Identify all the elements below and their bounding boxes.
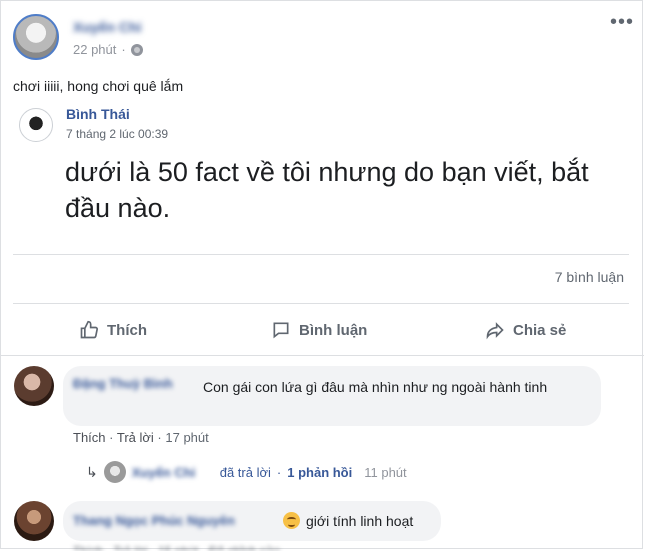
speech-bubble-icon (273, 322, 289, 339)
share-arrow-icon (486, 322, 504, 340)
shared-author-avatar[interactable] (19, 108, 53, 142)
comment-bubble: Đặng Thuỳ Bình Con gái con lứa gì đâu mà… (63, 366, 601, 426)
comment-count-link[interactable]: 7 bình luận (555, 269, 624, 285)
separator-dot: · (276, 464, 282, 480)
shared-post-body: dưới là 50 fact về tôi nhưng do bạn viết… (65, 157, 589, 223)
post-card: Xuyến Chi 22 phút · ••• chơi iiiii, hong… (0, 0, 644, 551)
post-time[interactable]: 22 phút (73, 42, 116, 57)
comment-label: Bình luận (299, 321, 368, 339)
poster-name[interactable]: Xuyến Chi (73, 19, 173, 37)
post-meta: 22 phút · (73, 42, 143, 57)
divider (13, 254, 629, 255)
separator-dot: · (109, 430, 117, 445)
comment-button[interactable]: Bình luận (271, 319, 367, 341)
comment-like-link[interactable]: Thích (73, 430, 106, 445)
commenter-avatar[interactable] (14, 366, 54, 406)
more-icon[interactable]: ••• (610, 11, 634, 34)
grinning-emoji-icon (283, 512, 300, 529)
thumbs-up-icon (80, 320, 99, 339)
poster-avatar[interactable] (13, 14, 59, 60)
replier-avatar (103, 461, 126, 483)
post-text: chơi iiiii, hong chơi quê lắm (13, 78, 184, 94)
comment-text-row: giới tính linh hoạt (283, 512, 413, 529)
commenter-avatar[interactable] (14, 501, 54, 541)
reply-arrow-icon: ↳ (86, 463, 98, 480)
comment-text: Con gái con lứa gì đâu mà nhìn như ng ng… (203, 379, 548, 395)
comment-bubble: Thang Ngọc Phúc Nguyên giới tính linh ho… (63, 501, 441, 541)
replier-name[interactable]: Xuyến Chi (132, 465, 214, 480)
like-label: Thích (107, 321, 147, 339)
shared-author-name[interactable]: Bình Thái (66, 106, 130, 122)
separator-dot: · (121, 42, 126, 57)
shared-post-time[interactable]: 7 tháng 2 lúc 00:39 (66, 127, 168, 141)
replied-label: đã trả lời (219, 464, 271, 480)
comment-time[interactable]: 17 phút (165, 430, 208, 445)
divider (1, 355, 644, 356)
divider (13, 303, 629, 304)
view-replies-row[interactable]: ↳ Xuyến Chi đã trả lời · 1 phản hồi 11 p… (86, 459, 407, 485)
share-button[interactable]: Chia sẻ (485, 319, 566, 341)
share-label: Chia sẻ (513, 321, 567, 339)
commenter-name[interactable]: Thang Ngọc Phúc Nguyên (73, 513, 278, 529)
comment-reply-link[interactable]: Trả lời (117, 430, 154, 445)
reply-time: 11 phút (364, 464, 407, 480)
reply-count-link[interactable]: 1 phản hồi (287, 465, 352, 480)
comment-text: giới tính linh hoạt (306, 512, 414, 529)
like-button[interactable]: Thích (79, 319, 147, 341)
comment-actions: Thích · Trả lời · 17 phút (73, 430, 209, 445)
globe-icon[interactable] (130, 43, 143, 56)
